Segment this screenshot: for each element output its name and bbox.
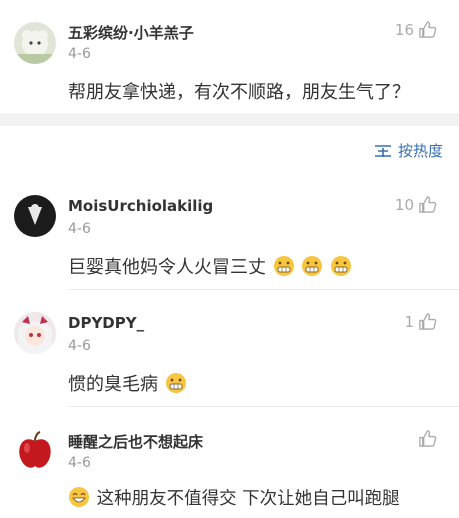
comment-username[interactable]: DPYDPY_ <box>68 314 144 332</box>
comment-date: 4-6 <box>68 221 91 237</box>
section-separator <box>0 113 459 126</box>
comment-date: 4-6 <box>68 338 91 354</box>
comment-text: 惯的臭毛病 <box>68 370 187 396</box>
grimace-emoji-icon <box>302 256 323 276</box>
post-username[interactable]: 五彩缤纷·小羊羔子 <box>68 22 194 43</box>
post-text: 帮朋友拿快递，有次不顺路，朋友生气了？ <box>68 82 410 103</box>
comment-text-content: 惯的臭毛病 <box>68 374 158 395</box>
sort-by-hot-button[interactable]: 按热度 <box>374 140 443 161</box>
grimace-emoji-icon <box>331 256 352 276</box>
comment-like-button[interactable]: 10 <box>395 195 437 214</box>
comment-item: MoisUrchiolakilig 10 4-6 巨婴真他妈令人火冒三丈 <box>0 190 459 290</box>
grimace-emoji-icon <box>273 256 294 276</box>
original-post: 五彩缤纷·小羊羔子 16 4-6 帮朋友拿快递，有次不顺路，朋友生气了？ <box>0 0 459 113</box>
avatar[interactable] <box>14 195 56 237</box>
avatar[interactable] <box>14 22 56 64</box>
avatar[interactable] <box>14 312 56 354</box>
comment-item: DPYDPY_ 1 4-6 惯的臭毛病 <box>0 307 459 407</box>
divider <box>68 406 459 407</box>
grimace-emoji-icon <box>165 373 186 393</box>
like-count: 16 <box>394 20 414 39</box>
sort-lines-icon <box>374 144 391 157</box>
comment-text-content: 这种朋友不值得交 下次让她自己叫跑腿 <box>96 489 400 509</box>
sort-label: 按热度 <box>397 142 443 160</box>
comment-like-button[interactable] <box>414 429 437 448</box>
comment-text-content: 巨婴真他妈令人火冒三丈 <box>68 257 266 278</box>
comment-username[interactable]: MoisUrchiolakilig <box>68 197 213 215</box>
avatar[interactable] <box>14 429 56 471</box>
comment-date: 4-6 <box>68 455 91 471</box>
post-date: 4-6 <box>68 46 91 62</box>
comment-like-button[interactable]: 1 <box>404 312 437 331</box>
comment-text: 这种朋友不值得交 下次让她自己叫跑腿 <box>68 485 400 510</box>
divider <box>68 289 459 290</box>
like-count: 1 <box>404 312 414 331</box>
like-count: 10 <box>394 195 414 214</box>
post-like-button[interactable]: 16 <box>395 20 437 39</box>
thumbs-up-icon <box>419 196 437 213</box>
comment-item: 睡醒之后也不想起床 4-6 这种朋友不值得交 下次让她自己叫跑腿 <box>0 424 459 518</box>
thumbs-up-icon <box>419 313 437 330</box>
thumbs-up-icon <box>419 430 437 447</box>
comment-username[interactable]: 睡醒之后也不想起床 <box>68 431 203 452</box>
comment-text: 巨婴真他妈令人火冒三丈 <box>68 253 352 279</box>
thumbs-up-icon <box>419 21 437 38</box>
grin-emoji-icon <box>69 487 89 507</box>
